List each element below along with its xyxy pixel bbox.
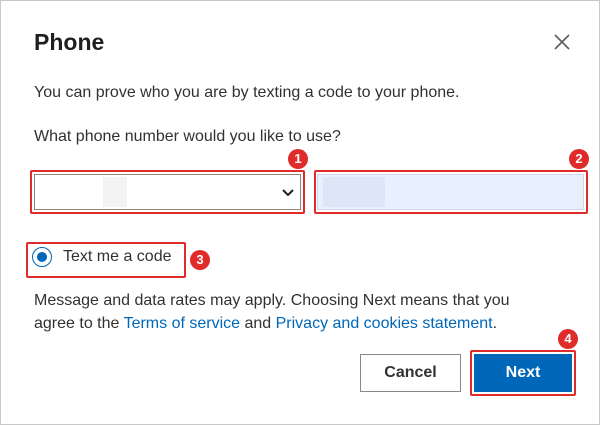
legal-line-2: agree to the Terms of service and Privac…	[34, 314, 497, 334]
cancel-button[interactable]: Cancel	[360, 354, 461, 392]
legal-and: and	[240, 315, 276, 332]
phone-dialog: Phone You can prove who you are by texti…	[0, 0, 600, 425]
annotation-badge-4: 4	[558, 329, 578, 349]
terms-of-service-link[interactable]: Terms of service	[124, 315, 240, 332]
legal-period: .	[492, 315, 498, 332]
next-button[interactable]: Next	[474, 354, 572, 392]
legal-line-1: Message and data rates may apply. Choosi…	[34, 292, 510, 309]
annotation-badge-3: 3	[190, 250, 210, 270]
phone-question: What phone number would you like to use?	[34, 128, 341, 145]
radio-button[interactable]	[32, 247, 52, 267]
country-code-select[interactable]	[34, 174, 301, 210]
close-button[interactable]	[551, 31, 573, 53]
redacted-phone-number	[323, 177, 385, 207]
chevron-down-icon	[282, 189, 294, 197]
redacted-country-code	[103, 177, 127, 207]
intro-text: You can prove who you are by texting a c…	[34, 84, 460, 101]
dialog-title: Phone	[34, 29, 105, 55]
radio-label: Text me a code	[63, 248, 172, 265]
annotation-badge-1: 1	[288, 149, 308, 169]
legal-prefix: agree to the	[34, 315, 124, 332]
annotation-badge-2: 2	[569, 149, 589, 169]
radio-selected-dot	[37, 252, 47, 262]
privacy-statement-link[interactable]: Privacy and cookies statement	[276, 315, 493, 332]
close-icon	[554, 34, 570, 50]
text-me-a-code-option[interactable]: Text me a code	[32, 247, 172, 267]
